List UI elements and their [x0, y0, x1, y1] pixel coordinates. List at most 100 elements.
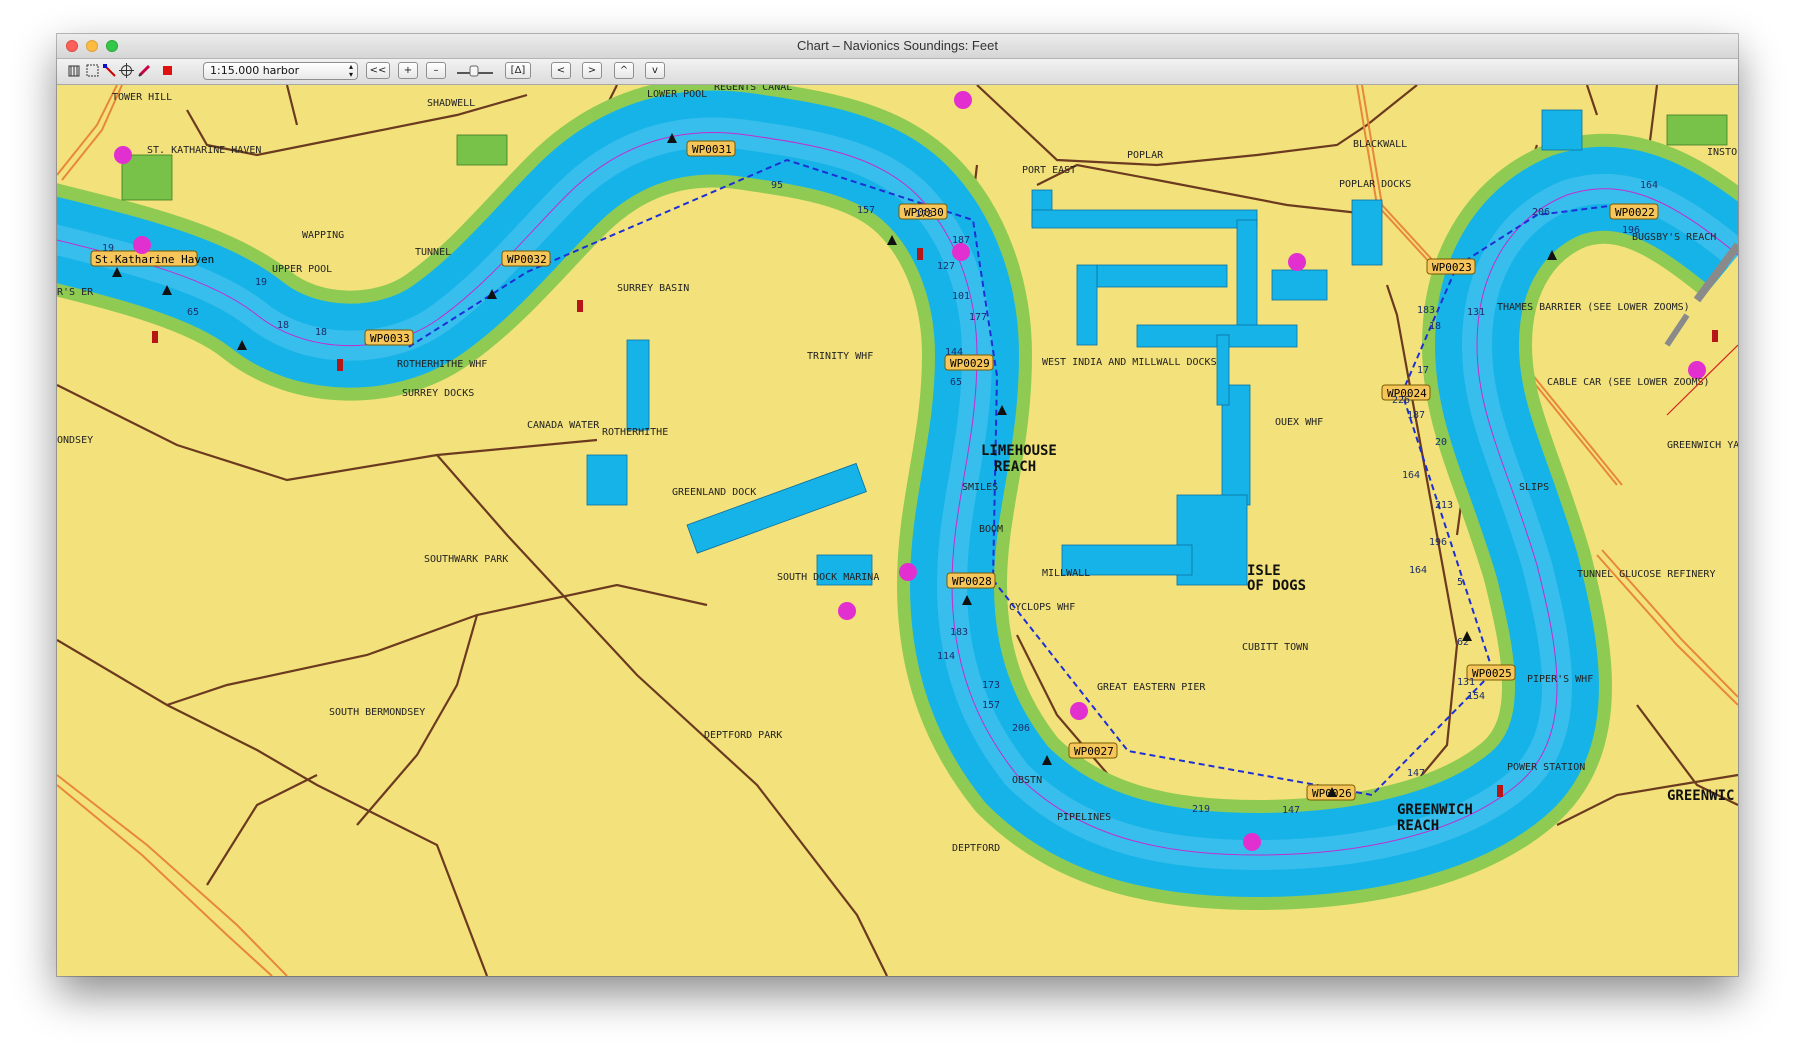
- down-button[interactable]: v: [645, 62, 665, 79]
- svg-text:INSTO: INSTO: [1707, 147, 1737, 158]
- close-window-button[interactable]: [66, 40, 78, 52]
- svg-text:19: 19: [102, 243, 114, 254]
- svg-text:TOWER HILL: TOWER HILL: [112, 92, 172, 103]
- svg-text:POWER STATION: POWER STATION: [1507, 762, 1585, 773]
- svg-text:131: 131: [1467, 307, 1485, 318]
- svg-text:OUEX WHF: OUEX WHF: [1275, 417, 1323, 428]
- svg-text:ONDSEY: ONDSEY: [57, 435, 93, 446]
- prev-button[interactable]: <: [551, 62, 571, 79]
- svg-text:SURREY BASIN: SURREY BASIN: [617, 283, 689, 294]
- svg-text:187: 187: [1407, 410, 1425, 421]
- delta-button[interactable]: [Δ]: [505, 62, 531, 79]
- svg-text:213: 213: [1435, 500, 1453, 511]
- svg-text:BLACKWALL: BLACKWALL: [1353, 139, 1407, 150]
- marina-icon: [114, 146, 132, 164]
- svg-text:164: 164: [1409, 565, 1427, 576]
- svg-text:187: 187: [952, 235, 970, 246]
- svg-text:196: 196: [1622, 225, 1640, 236]
- measure-line-icon[interactable]: [102, 63, 117, 78]
- red-beacon-icon: [337, 359, 343, 371]
- svg-text:18: 18: [1429, 321, 1441, 332]
- waypoint-label: WP0022: [1615, 206, 1655, 219]
- toolbar: 1:15.000 harbor ▴ ▾ << + – [Δ] < > ^ v: [57, 59, 1738, 85]
- svg-text:183: 183: [1417, 305, 1435, 316]
- svg-text:CUBITT TOWN: CUBITT TOWN: [1242, 642, 1308, 653]
- minimize-window-button[interactable]: [86, 40, 98, 52]
- svg-text:173: 173: [915, 209, 933, 220]
- svg-text:173: 173: [982, 680, 1000, 691]
- title-bar[interactable]: Chart – Navionics Soundings: Feet: [57, 34, 1738, 59]
- svg-text:CANADA WATER: CANADA WATER: [527, 420, 600, 431]
- crosshair-icon[interactable]: [119, 63, 134, 78]
- svg-text:127: 127: [937, 261, 955, 272]
- svg-text:SOUTH BERMONDSEY: SOUTH BERMONDSEY: [329, 707, 425, 718]
- waypoint-label: WP0033: [370, 332, 410, 345]
- waypoint-wp0028[interactable]: WP0028: [946, 572, 996, 589]
- svg-text:REGENTS CANAL: REGENTS CANAL: [714, 85, 792, 93]
- svg-text:164: 164: [1640, 180, 1658, 191]
- next-button[interactable]: >: [582, 62, 602, 79]
- waypoint-wp0027[interactable]: WP0027: [1068, 742, 1118, 759]
- svg-text:SOUTH DOCK MARINA: SOUTH DOCK MARINA: [777, 572, 879, 583]
- greenwich-label: GREENWICH: [1397, 802, 1473, 818]
- scale-select-value: 1:15.000 harbor: [210, 64, 300, 77]
- svg-text:157: 157: [982, 700, 1000, 711]
- waypoint-wp0033[interactable]: WP0033: [364, 329, 414, 346]
- svg-text:CABLE CAR (SEE LOWER ZOOMS): CABLE CAR (SEE LOWER ZOOMS): [1547, 377, 1710, 388]
- waypoint-label: WP0029: [950, 357, 990, 370]
- reach-label: REACH: [994, 459, 1036, 475]
- zoom-in-button[interactable]: +: [398, 62, 418, 79]
- svg-text:PORT EAST: PORT EAST: [1022, 165, 1076, 176]
- svg-text:65: 65: [950, 377, 962, 388]
- svg-text:183: 183: [950, 627, 968, 638]
- waypoint-wp0031[interactable]: WP0031: [686, 140, 736, 157]
- select-rect-icon[interactable]: [85, 63, 100, 78]
- marina-icon: [1288, 253, 1306, 271]
- svg-text:144: 144: [945, 347, 963, 358]
- up-button[interactable]: ^: [614, 62, 634, 79]
- svg-text:ROTHERHITHE: ROTHERHITHE: [602, 427, 668, 438]
- hand-icon[interactable]: [67, 63, 82, 78]
- red-beacon-icon: [1497, 785, 1503, 797]
- stop-icon[interactable]: [160, 63, 175, 78]
- svg-text:SMILES: SMILES: [962, 482, 998, 493]
- svg-text:LOWER POOL: LOWER POOL: [647, 89, 707, 100]
- red-beacon-icon: [577, 300, 583, 312]
- svg-text:POPLAR DOCKS: POPLAR DOCKS: [1339, 179, 1411, 190]
- zoom-window-button[interactable]: [106, 40, 118, 52]
- svg-text:20: 20: [1435, 437, 1447, 448]
- svg-text:GREAT EASTERN PIER: GREAT EASTERN PIER: [1097, 682, 1206, 693]
- svg-text:19: 19: [255, 277, 267, 288]
- pencil-icon[interactable]: [137, 63, 152, 78]
- svg-text:SLIPS: SLIPS: [1519, 482, 1549, 493]
- of-dogs-label: OF DOGS: [1247, 578, 1306, 594]
- marina-icon: [133, 236, 151, 254]
- svg-text:R'S ER: R'S ER: [57, 287, 94, 298]
- svg-text:BOOM: BOOM: [979, 524, 1003, 535]
- chart-map[interactable]: WP0022 WP0023 WP0024 WP0025 WP0026 WP002…: [57, 85, 1738, 976]
- svg-text:THAMES BARRIER (SEE LOWER ZOOM: THAMES BARRIER (SEE LOWER ZOOMS): [1497, 302, 1690, 313]
- zoom-slider[interactable]: [455, 63, 495, 79]
- svg-text:196: 196: [1429, 537, 1447, 548]
- first-button[interactable]: <<: [366, 62, 390, 79]
- waypoint-wp0032[interactable]: WP0032: [501, 250, 551, 267]
- window-title: Chart – Navionics Soundings: Feet: [797, 38, 998, 53]
- svg-text:SOUTHWARK PARK: SOUTHWARK PARK: [424, 554, 508, 565]
- svg-text:PIPER'S WHF: PIPER'S WHF: [1527, 674, 1593, 685]
- svg-text:177: 177: [969, 312, 987, 323]
- svg-text:5: 5: [1457, 577, 1463, 588]
- waypoint-label: WP0028: [952, 575, 992, 588]
- scale-select[interactable]: 1:15.000 harbor ▴ ▾: [203, 62, 358, 80]
- waypoint-wp0023[interactable]: WP0023: [1426, 258, 1476, 275]
- svg-text:17: 17: [1417, 365, 1429, 376]
- svg-text:SHADWELL: SHADWELL: [427, 98, 475, 109]
- waypoint-label: WP0032: [507, 253, 547, 266]
- svg-text:206: 206: [1012, 723, 1030, 734]
- limehouse-label: LIMEHOUSE: [981, 443, 1057, 459]
- svg-text:114: 114: [937, 651, 955, 662]
- waypoint-label: WP0027: [1074, 745, 1114, 758]
- waypoint-wp0022[interactable]: WP0022: [1609, 203, 1659, 220]
- zoom-out-button[interactable]: –: [426, 62, 446, 79]
- svg-text:95: 95: [771, 180, 783, 191]
- svg-text:PIPELINES: PIPELINES: [1057, 812, 1111, 823]
